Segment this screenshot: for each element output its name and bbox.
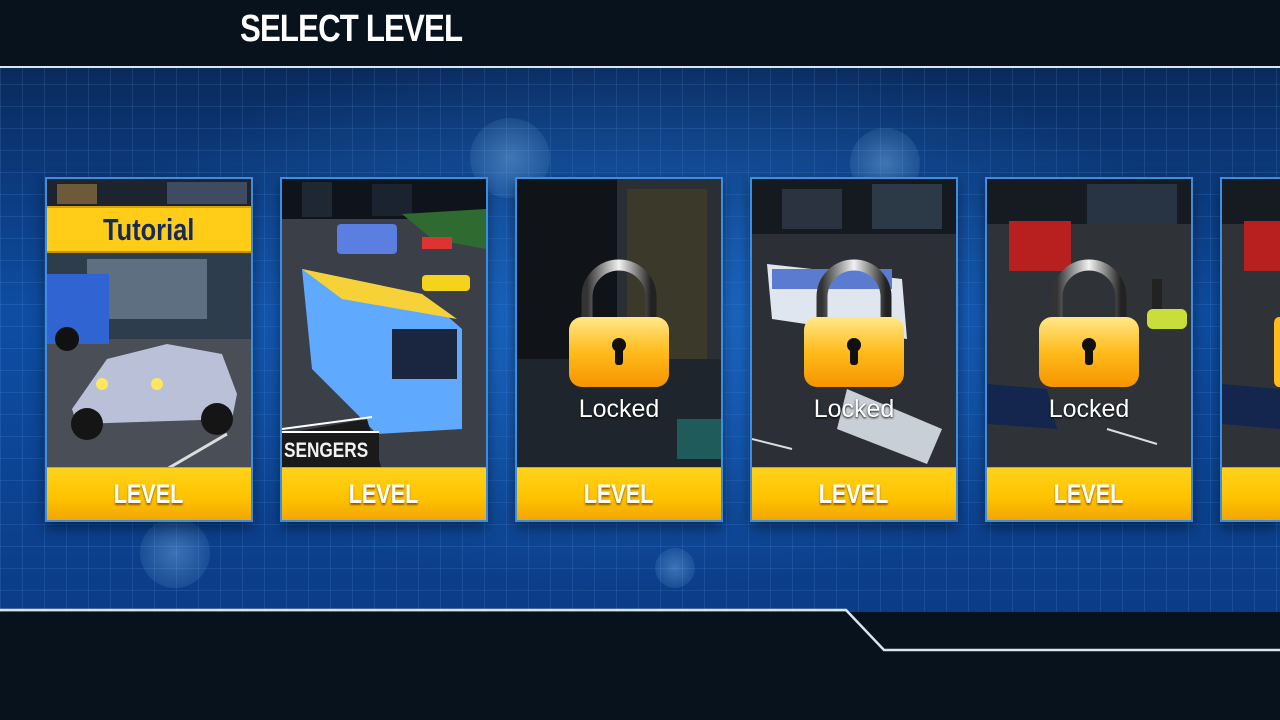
passengers-text: SENGERS <box>284 439 369 462</box>
level-card-1[interactable]: Tutorial LEVEL <box>45 177 253 522</box>
level-button-label: LEVEL <box>819 478 889 509</box>
level-card-3[interactable]: Locked LEVEL <box>515 177 723 522</box>
padlock-icon <box>569 259 669 387</box>
bottom-bar <box>0 608 1280 720</box>
level-button-label: LEVEL <box>1054 478 1124 509</box>
tutorial-label: Tutorial <box>103 211 195 247</box>
level-button[interactable]: LEVEL <box>752 467 956 520</box>
level-button[interactable]: LEVEL <box>47 467 251 520</box>
level-button-label: LEVEL <box>584 478 654 509</box>
locked-label: Locked <box>578 395 660 423</box>
background-glow <box>140 518 210 588</box>
level-thumbnail: Locked <box>752 179 956 470</box>
level-thumbnail: Locked <box>987 179 1191 470</box>
padlock-icon <box>804 259 904 387</box>
locked-label: Locked <box>813 395 895 423</box>
locked-label: Locked <box>1048 395 1130 423</box>
level-button-label: LEVEL <box>349 478 419 509</box>
level-button[interactable]: LEVEL <box>987 467 1191 520</box>
level-thumbnail <box>1222 179 1280 470</box>
level-button[interactable]: LEVEL <box>282 467 486 520</box>
bus-scene-image <box>282 179 486 470</box>
level-thumbnail: Locked <box>517 179 721 470</box>
level-thumbnail: Tutorial <box>47 179 251 470</box>
level-button[interactable] <box>1222 467 1280 520</box>
level-card-6[interactable] <box>1220 177 1280 522</box>
level-card-5[interactable]: Locked LEVEL <box>985 177 1193 522</box>
partial-scene-image <box>1222 179 1280 470</box>
level-card-4[interactable]: Locked LEVEL <box>750 177 958 522</box>
level-card-2[interactable]: SENGERS LEVEL <box>280 177 488 522</box>
padlock-icon <box>1039 259 1139 387</box>
passengers-banner: SENGERS <box>282 431 379 469</box>
tutorial-ribbon: Tutorial <box>47 206 251 253</box>
level-button[interactable]: LEVEL <box>517 467 721 520</box>
level-thumbnail: SENGERS <box>282 179 486 470</box>
background-glow <box>655 548 695 588</box>
level-button-label: LEVEL <box>114 478 184 509</box>
top-bar: SELECT LEVEL <box>0 0 1280 68</box>
page-title: SELECT LEVEL <box>240 8 463 50</box>
footer-divider-line <box>0 608 1280 652</box>
